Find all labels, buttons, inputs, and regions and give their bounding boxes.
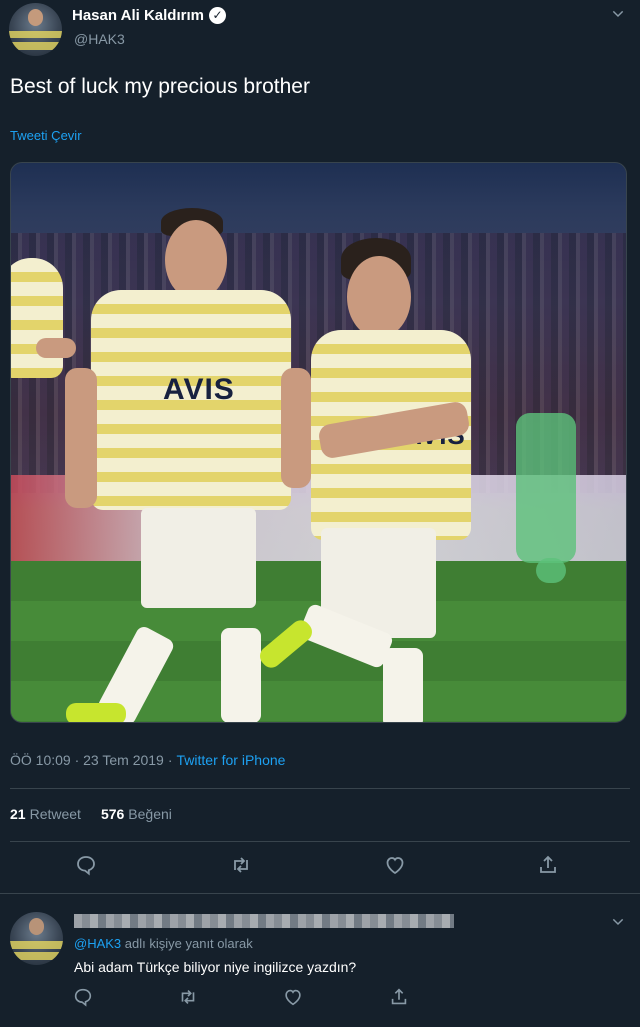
tweet-photo[interactable]: AVIS AVIS bbox=[10, 162, 627, 723]
photo-left-edge-player bbox=[11, 258, 63, 378]
reply-text: Abi adam Türkçe biliyor niye ingilizce y… bbox=[74, 959, 357, 975]
retweet-stat[interactable]: 21 Retweet bbox=[10, 806, 81, 822]
meta-separator: · bbox=[167, 752, 173, 768]
retweet-count: 21 bbox=[10, 806, 26, 822]
retweet-label: Retweet bbox=[29, 806, 81, 822]
divider bbox=[10, 788, 630, 789]
chevron-down-icon[interactable] bbox=[610, 6, 626, 25]
photo-jersey-text-left: AVIS bbox=[163, 373, 235, 406]
chevron-down-icon[interactable] bbox=[610, 914, 626, 933]
tweet-meta: ÖÖ 10:09 · 23 Tem 2019 · Twitter for iPh… bbox=[10, 752, 285, 768]
retweet-icon[interactable] bbox=[229, 853, 255, 879]
translate-tweet-link[interactable]: Tweeti Çevir bbox=[10, 128, 82, 143]
reply-actions bbox=[0, 986, 640, 1012]
tweet-timestamp[interactable]: ÖÖ 10:09 · 23 Tem 2019 bbox=[10, 752, 164, 768]
author-name-row[interactable]: Hasan Ali Kaldırım ✓ bbox=[72, 7, 226, 24]
author-handle[interactable]: @HAK3 bbox=[74, 31, 125, 47]
main-tweet: Hasan Ali Kaldırım ✓ @HAK3 Best of luck … bbox=[0, 0, 640, 893]
share-icon[interactable] bbox=[388, 986, 414, 1012]
photo-goalkeeper bbox=[516, 413, 576, 563]
heart-icon[interactable] bbox=[282, 986, 308, 1012]
retweet-icon[interactable] bbox=[177, 986, 203, 1012]
author-avatar[interactable] bbox=[9, 3, 62, 56]
heart-icon[interactable] bbox=[383, 853, 409, 879]
tweet-actions bbox=[0, 853, 640, 883]
like-count: 576 bbox=[100, 806, 125, 822]
verified-icon: ✓ bbox=[208, 7, 226, 24]
author-display-name[interactable]: Hasan Ali Kaldırım bbox=[72, 7, 204, 24]
photo-goalkeeper-legs bbox=[536, 558, 566, 583]
replying-to: @HAK3 adlı kişiye yanıt olarak bbox=[74, 936, 253, 951]
reply-icon[interactable] bbox=[74, 853, 100, 879]
share-icon[interactable] bbox=[536, 853, 562, 879]
tweet-source[interactable]: Twitter for iPhone bbox=[177, 752, 286, 768]
tweet-text: Best of luck my precious brother bbox=[10, 75, 310, 98]
replier-avatar[interactable] bbox=[10, 912, 63, 965]
replying-to-mention[interactable]: @HAK3 bbox=[74, 936, 121, 951]
like-stat[interactable]: 576 Beğeni bbox=[101, 806, 172, 822]
like-label: Beğeni bbox=[128, 806, 172, 822]
divider bbox=[10, 841, 630, 842]
photo-player-right: AVIS bbox=[255, 238, 491, 722]
reply-icon[interactable] bbox=[72, 986, 98, 1012]
tweet-stats: 21 Retweet 576 Beğeni bbox=[10, 806, 172, 822]
replying-to-label: adlı kişiye yanıt olarak bbox=[124, 936, 253, 951]
redacted-replier-name bbox=[74, 914, 454, 928]
